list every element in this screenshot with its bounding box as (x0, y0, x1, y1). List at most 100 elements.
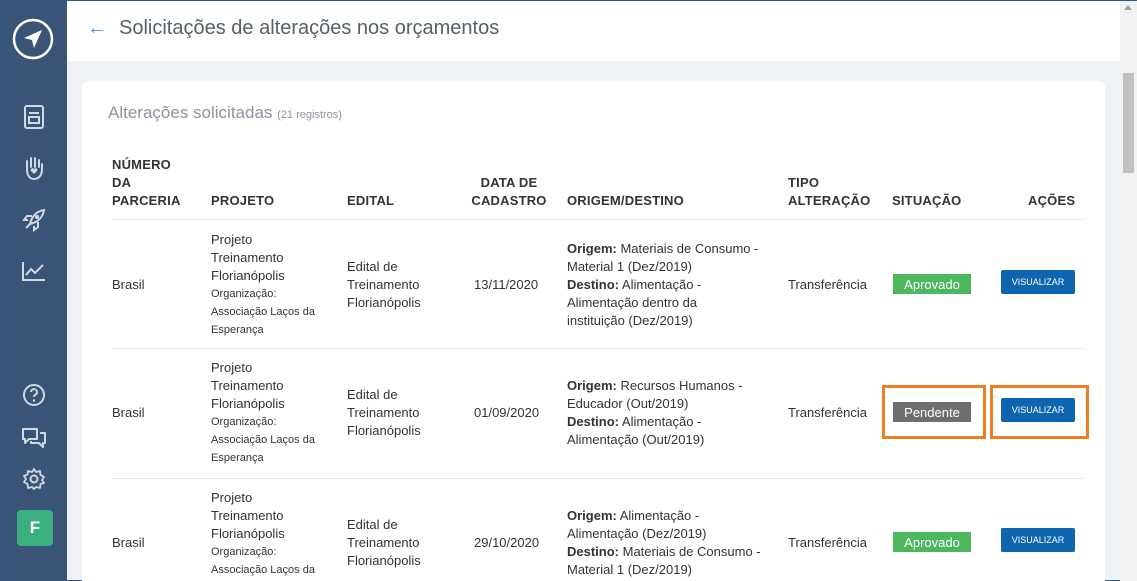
cell-parceria: Brasil (112, 405, 145, 420)
org-line: Associação Laços da (211, 434, 315, 446)
projeto-line: Florianópolis (211, 526, 285, 541)
cell-origem-destino: Origem: Recursos Humanos - Educador (Out… (567, 377, 743, 449)
destino-text: Materiais de Consumo - (619, 544, 761, 559)
destino-label: Destino: (567, 544, 619, 559)
cell-edital: Edital de Treinamento Florianópolis (347, 258, 421, 312)
col-header-projeto: PROJETO (211, 193, 275, 208)
scrollbar[interactable] (1120, 1, 1137, 581)
cell-parceria: Brasil (112, 277, 145, 292)
scroll-up-icon[interactable] (1124, 5, 1132, 10)
highlight-box (882, 385, 986, 439)
page-title: Solicitações de alterações nos orçamento… (119, 17, 500, 39)
help-icon[interactable] (20, 381, 48, 409)
cell-origem-destino: Origem: Materiais de Consumo - Material … (567, 240, 758, 330)
col-header-line: PARCERIA (112, 193, 181, 208)
destino-text: Alimentação dentro da (567, 295, 698, 310)
projeto-line: Florianópolis (211, 268, 285, 283)
cell-tipo: Transferência (788, 405, 867, 420)
col-header-line: ALTERAÇÃO (788, 193, 871, 208)
projeto-line: Treinamento (211, 378, 284, 393)
edital-line: Florianópolis (347, 295, 421, 310)
status-badge: Aprovado (893, 532, 971, 552)
row-divider (112, 219, 1084, 220)
section-title: Alterações solicitadas (21 registros) (108, 103, 342, 123)
projeto-line: Florianópolis (211, 396, 285, 411)
col-header-situacao: SITUAÇÃO (892, 193, 962, 208)
document-icon[interactable] (20, 103, 48, 131)
origem-text: Educador (Out/2019) (567, 396, 689, 411)
org-line: Organização: (211, 288, 277, 300)
status-badge: Aprovado (893, 274, 971, 294)
topbar: ← Solicitações de alterações nos orçamen… (67, 1, 1120, 61)
origem-label: Origem: (567, 508, 617, 523)
col-header-line: DA (112, 175, 132, 190)
projeto-line: Treinamento (211, 508, 284, 523)
cell-parceria: Brasil (112, 535, 145, 550)
chat-icon[interactable] (20, 423, 48, 451)
avatar[interactable]: F (17, 510, 53, 546)
gear-icon[interactable] (20, 465, 48, 493)
edital-line: Treinamento (347, 277, 420, 292)
col-header-numero: NÚMERO DA PARCERIA (112, 156, 181, 210)
col-header-origem: ORIGEM/DESTINO (567, 193, 684, 208)
org-line: Esperança (211, 324, 264, 336)
edital-line: Treinamento (347, 405, 420, 420)
org-line: Esperança (211, 452, 264, 464)
section-title-text: Alterações solicitadas (108, 103, 273, 122)
org-line: Organização: (211, 546, 277, 558)
org-line: Associação Laços da (211, 564, 315, 576)
cell-projeto: Projeto Treinamento Florianópolis Organi… (211, 231, 315, 339)
col-header-line: TIPO (788, 175, 820, 190)
cell-origem-destino: Origem: Alimentação - Alimentação (Dez/2… (567, 507, 761, 579)
row-divider (112, 478, 1084, 479)
highlight-box (990, 385, 1089, 439)
col-header-line: DATA DE (480, 175, 538, 190)
projeto-line: Projeto (211, 232, 253, 247)
arrow-left-icon[interactable]: ← (87, 17, 107, 40)
origem-text: Materiais de Consumo - (616, 241, 759, 256)
origem-label: Origem: (567, 241, 617, 256)
origem-label: Origem: (567, 378, 617, 393)
origem-text: Material 1 (Dez/2019) (567, 259, 692, 274)
col-header-tipo: TIPO ALTERAÇÃO (788, 174, 870, 210)
cell-data: 13/11/2020 (474, 277, 539, 292)
edital-line: Edital de (347, 387, 398, 402)
destino-text: Material 1 (Dez/2019) (567, 562, 692, 577)
origem-text: Alimentação - (616, 508, 700, 523)
rocket-icon[interactable] (20, 206, 48, 234)
destino-text: Alimentação - (619, 277, 702, 292)
cell-data: 29/10/2020 (474, 535, 540, 550)
projeto-line: Projeto (211, 360, 253, 375)
sidebar: F (1, 1, 67, 581)
cell-tipo: Transferência (788, 277, 867, 292)
visualizar-button[interactable]: VISUALIZAR (1001, 270, 1075, 294)
requests-card: Alterações solicitadas (21 registros) NÚ… (82, 81, 1105, 581)
projeto-line: Projeto (211, 490, 253, 505)
destino-label: Destino: (567, 277, 619, 292)
destino-text: instituição (Dez/2019) (567, 313, 693, 328)
visualizar-button[interactable]: VISUALIZAR (1001, 528, 1075, 552)
org-line: Associação Laços da (211, 306, 315, 318)
cell-edital: Edital de Treinamento Florianópolis (347, 516, 421, 570)
compass-logo-icon[interactable] (12, 18, 54, 60)
origem-text: Recursos Humanos - (616, 378, 743, 393)
edital-line: Edital de (347, 517, 398, 532)
hand-heart-icon[interactable] (20, 154, 48, 182)
record-count: (21 registros) (277, 109, 342, 121)
edital-line: Edital de (347, 259, 398, 274)
col-header-line: NÚMERO (112, 157, 171, 172)
chart-icon[interactable] (20, 257, 48, 285)
col-header-acoes: AÇÕES (1028, 193, 1076, 208)
col-header-edital: EDITAL (347, 193, 395, 208)
cell-edital: Edital de Treinamento Florianópolis (347, 386, 421, 440)
row-divider (112, 348, 1084, 349)
cell-data: 01/09/2020 (474, 405, 540, 420)
destino-label: Destino: (567, 414, 619, 429)
cell-tipo: Transferência (788, 535, 867, 550)
origem-text: Alimentação (Dez/2019) (567, 526, 707, 541)
edital-line: Florianópolis (347, 553, 421, 568)
col-header-line: CADASTRO (471, 193, 547, 208)
edital-line: Treinamento (347, 535, 420, 550)
scrollbar-thumb[interactable] (1123, 73, 1134, 173)
org-line: Organização: (211, 416, 277, 428)
